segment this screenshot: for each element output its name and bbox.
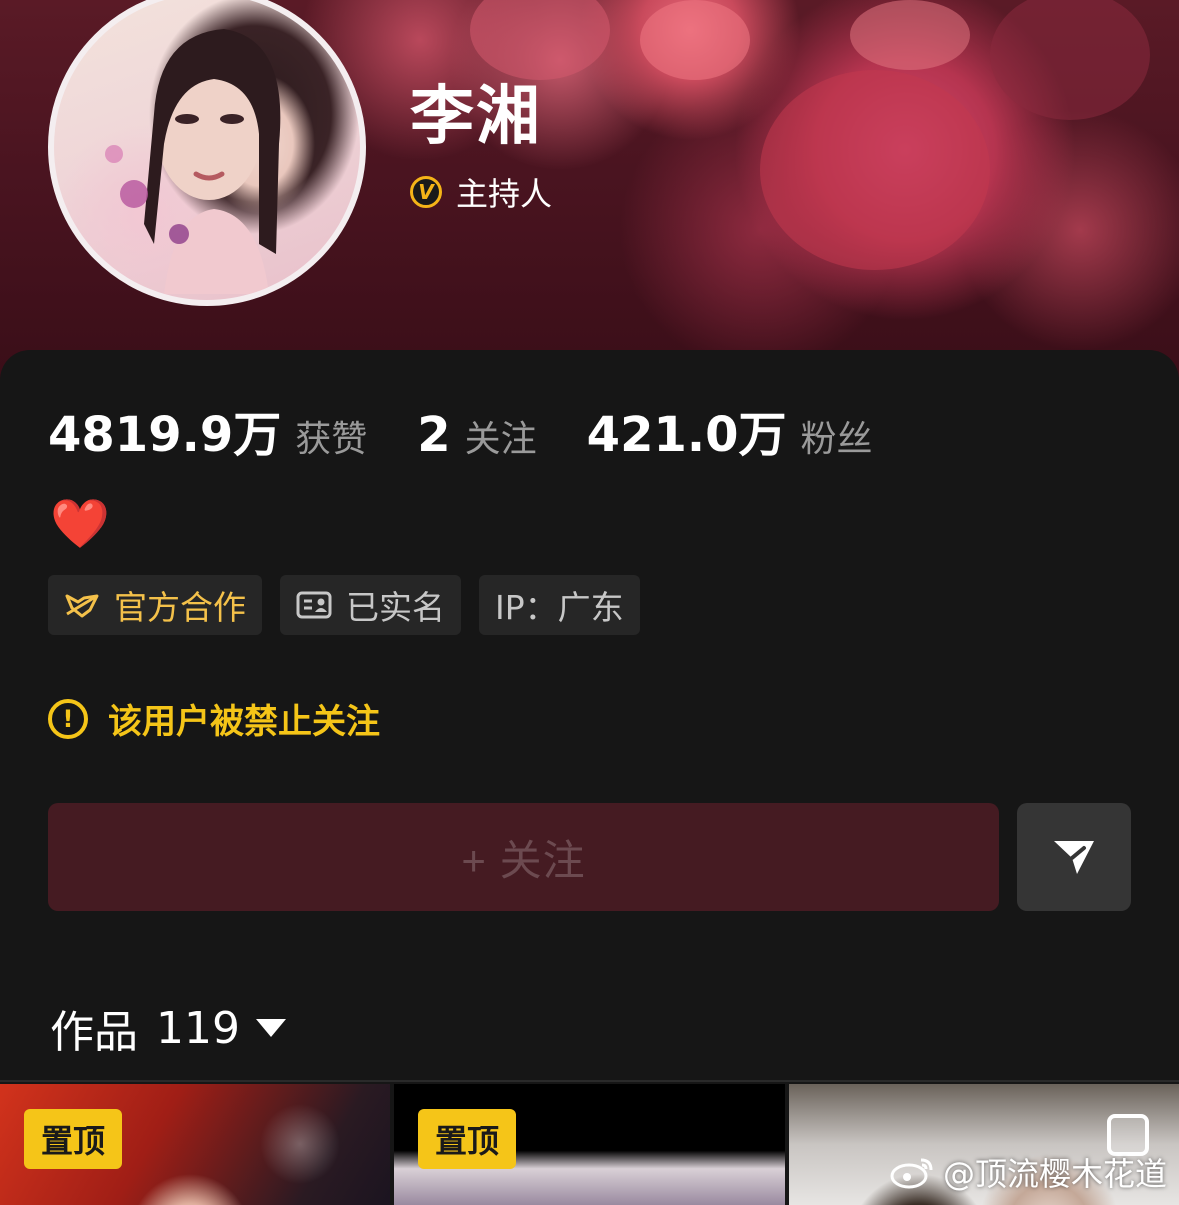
stat-followers-value: 421.0万 [586,407,787,463]
id-card-icon [296,591,332,619]
verified-label: 主持人 [456,175,553,213]
weibo-watermark: @顶流樱木花道 [889,1149,1167,1195]
pinned-badge: 置顶 [418,1109,516,1169]
profile-stats: 4819.9万 获赞 2 关注 421.0万 粉丝 [48,395,923,465]
watermark-text: @顶流樱木花道 [942,1155,1167,1193]
stat-following[interactable]: 2 关注 [417,407,536,463]
works-divider [0,1080,1179,1082]
stat-likes[interactable]: 4819.9万 获赞 [48,395,367,465]
verified-row: V 主持人 [410,172,553,213]
tag-real-name[interactable]: 已实名 [280,575,461,635]
tag-ip-location-label: IP：广东 [495,588,624,627]
stat-likes-value: 4819.9万 [48,407,282,463]
tag-official-cooperation[interactable]: 官方合作 [48,575,262,635]
avatar-portrait [105,29,281,294]
caret-down-icon [255,1019,286,1037]
video-thumbnail[interactable]: 欢庆 置顶 [0,1084,390,1205]
video-thumbnail[interactable]: 置顶 [394,1084,785,1205]
handshake-icon [65,594,99,618]
bio-heart-emoji: ❤️ [50,496,110,552]
warning-icon: ! [48,698,88,739]
stat-followers[interactable]: 421.0万 粉丝 [587,395,873,465]
share-button[interactable] [1017,803,1131,911]
works-label: 作品 [50,1007,138,1058]
follow-button[interactable]: + 关注 [48,803,999,911]
works-count: 119 [156,1002,240,1054]
verified-badge-icon: V [410,176,442,208]
tag-real-name-label: 已实名 [346,588,445,627]
tag-official-cooperation-label: 官方合作 [114,588,246,627]
stat-following-label: 关注 [464,419,537,460]
tag-ip-location: IP：广东 [479,575,640,635]
warning-text: 该用户被禁止关注 [108,702,380,742]
weibo-logo-icon [890,1158,933,1189]
profile-tags: 官方合作 已实名 IP：广东 [48,575,658,635]
stat-followers-label: 粉丝 [800,419,873,460]
follow-ban-warning: ! 该用户被禁止关注 [48,694,380,743]
stat-likes-label: 获赞 [295,419,368,460]
profile-name: 李湘 [410,80,542,154]
pinned-badge: 置顶 [24,1109,122,1169]
profile-sheet [0,350,1179,1205]
stat-following-value: 2 [417,407,451,463]
profile-avatar[interactable] [48,0,366,306]
send-arrow-icon [1054,841,1094,874]
works-tab[interactable]: 作品 119 [50,996,286,1060]
